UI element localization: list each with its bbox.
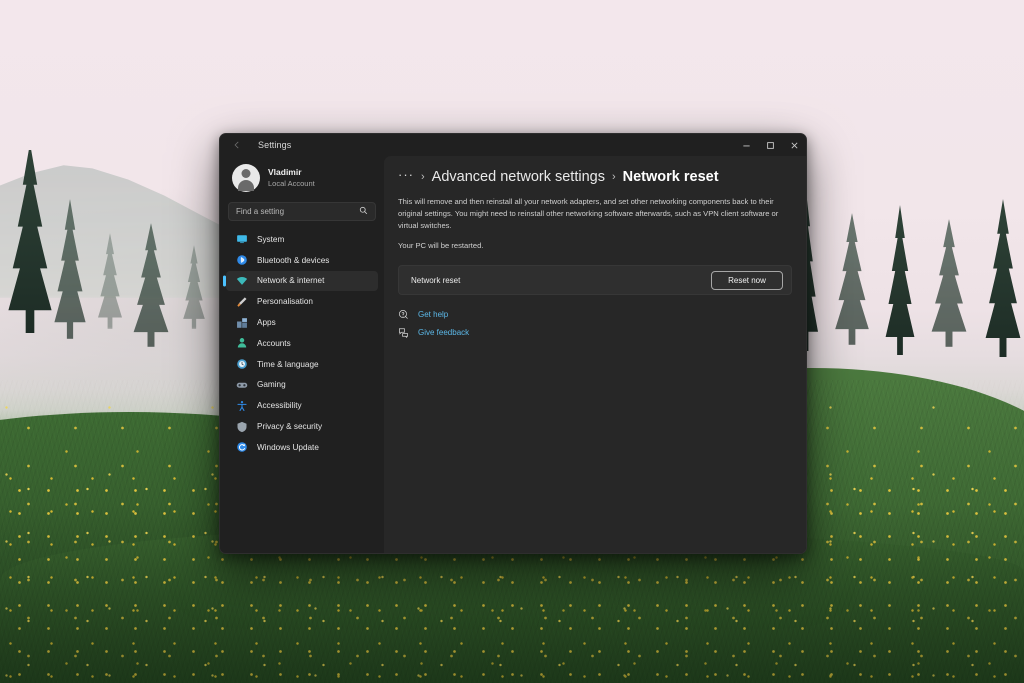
sidebar-item-apps[interactable]: Apps [226,312,378,333]
sidebar-item-gaming[interactable]: Gaming [226,375,378,396]
sidebar-item-accounts[interactable]: Accounts [226,333,378,354]
feedback-bubble-icon [398,327,409,338]
sidebar-item-accessibility[interactable]: Accessibility [226,395,378,416]
accessibility-icon [235,399,248,412]
window-title: Settings [258,140,291,150]
maximize-icon[interactable] [758,134,782,156]
search-input[interactable] [236,207,355,216]
sidebar-item-windows-update[interactable]: Windows Update [226,437,378,458]
sidebar-item-label: Personalisation [257,297,313,306]
desktop-wallpaper: Settings Vladimir [0,0,1024,683]
sidebar-item-time-language[interactable]: Time & language [226,354,378,375]
sidebar-item-label: Accessibility [257,401,302,410]
link-label: Get help [418,310,448,319]
content-pane: ··· › Advanced network settings › Networ… [384,156,806,553]
support-links: Get help Give feedback [398,309,792,338]
shield-icon [235,420,248,433]
sidebar-item-system[interactable]: System [226,229,378,250]
sidebar-item-network-internet[interactable]: Network & internet [226,271,378,292]
back-arrow-icon[interactable] [224,135,250,155]
sidebar: Vladimir Local Account [220,156,384,553]
sidebar-item-label: Bluetooth & devices [257,256,329,265]
breadcrumb: ··· › Advanced network settings › Networ… [398,168,792,185]
paintbrush-icon [235,295,248,308]
clock-icon [235,358,248,371]
user-profile[interactable]: Vladimir Local Account [226,156,378,202]
user-avatar-icon [232,164,260,192]
gamepad-icon [235,378,248,391]
sidebar-item-label: Accounts [257,339,291,348]
card-label: Network reset [411,276,460,285]
profile-name: Vladimir [268,167,315,178]
give-feedback-link[interactable]: Give feedback [398,327,792,338]
breadcrumb-overflow-button[interactable]: ··· [398,168,414,185]
wifi-icon [235,274,248,287]
link-label: Give feedback [418,328,469,337]
reset-now-button[interactable]: Reset now [711,271,783,290]
sidebar-item-privacy-security[interactable]: Privacy & security [226,416,378,437]
minimize-icon[interactable] [734,134,758,156]
breadcrumb-parent-link[interactable]: Advanced network settings [432,169,605,185]
close-icon[interactable] [782,134,806,156]
sidebar-item-label: Windows Update [257,443,319,452]
page-title: Network reset [623,169,719,185]
sidebar-item-label: System [257,235,284,244]
restart-notice: Your PC will be restarted. [398,240,792,252]
search-icon [359,206,368,217]
sidebar-item-label: Privacy & security [257,422,322,431]
chevron-right-icon: › [612,171,616,183]
sidebar-item-label: Gaming [257,380,286,389]
network-reset-card: Network reset Reset now [398,265,792,295]
apps-grid-icon [235,316,248,329]
chevron-right-icon: › [421,171,425,183]
get-help-link[interactable]: Get help [398,309,792,320]
monitor-icon [235,233,248,246]
bluetooth-icon [235,254,248,267]
sidebar-nav: System Bluetooth & devices Network & int… [226,229,378,458]
sidebar-item-label: Network & internet [257,276,324,285]
sidebar-item-bluetooth-devices[interactable]: Bluetooth & devices [226,250,378,271]
profile-account-type: Local Account [268,179,315,189]
window-titlebar: Settings [220,134,806,156]
person-icon [235,337,248,350]
window-controls [734,134,806,156]
search-box[interactable] [228,202,376,221]
sidebar-item-label: Apps [257,318,276,327]
description-paragraph: This will remove and then reinstall all … [398,196,792,231]
sidebar-item-label: Time & language [257,360,319,369]
update-icon [235,441,248,454]
help-question-icon [398,309,409,320]
settings-window: Settings Vladimir [219,133,807,554]
sidebar-item-personalisation[interactable]: Personalisation [226,291,378,312]
